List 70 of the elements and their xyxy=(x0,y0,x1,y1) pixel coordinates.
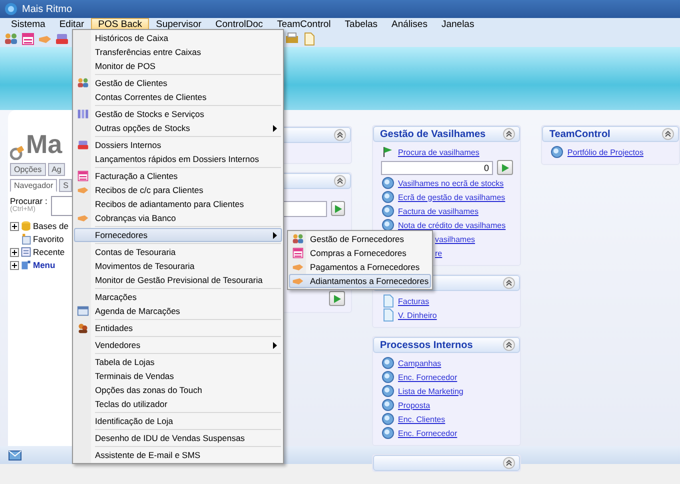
menu-option[interactable]: Agenda de Marcações xyxy=(74,304,282,318)
link[interactable]: Campanhas xyxy=(398,358,442,368)
menu-option[interactable]: Facturação a Clientes xyxy=(74,169,282,183)
menu-title[interactable]: Editar xyxy=(52,18,92,31)
logo-text: Ma xyxy=(26,129,62,160)
menu-option[interactable]: Marcações xyxy=(74,290,282,304)
menu-option[interactable]: Gestão de Stocks e Serviços xyxy=(74,107,282,121)
menu-title[interactable]: Análises xyxy=(384,18,434,31)
link[interactable]: Nota de crédito de vasilhames xyxy=(398,220,506,230)
menu-option[interactable]: Gestão de Clientes xyxy=(74,76,282,90)
menu-title[interactable]: ControlDoc xyxy=(208,18,270,31)
menu-option[interactable]: Monitor de POS xyxy=(74,59,282,73)
tab[interactable]: S xyxy=(59,179,72,192)
window-title: Mais Ritmo xyxy=(22,4,72,14)
menu-option[interactable]: Compras a Fornecedores xyxy=(289,246,431,260)
menu-option[interactable]: Identificação de Loja xyxy=(74,414,282,428)
tree-item[interactable]: Recente xyxy=(33,247,65,257)
menu-option[interactable]: Teclas do utilizador xyxy=(74,397,282,411)
menu-option[interactable]: Tabela de Lojas xyxy=(74,355,282,369)
link[interactable]: Enc. Fornecedor xyxy=(398,372,458,382)
link[interactable]: Portfólio de Projectos xyxy=(567,148,644,156)
panel-title: Processos Internos xyxy=(380,340,473,350)
link[interactable]: vasilhames xyxy=(435,234,476,244)
menu-option[interactable]: Entidades xyxy=(74,321,282,335)
link[interactable]: Lista de Marketing xyxy=(398,386,464,396)
link[interactable]: Proposta xyxy=(398,400,430,410)
menu-option[interactable]: Desenho de IDU de Vendas Suspensas xyxy=(74,431,282,445)
menu-option[interactable]: Transferências entre Caixas xyxy=(74,45,282,59)
link[interactable]: re xyxy=(435,248,442,258)
tree-item[interactable]: Menu xyxy=(33,260,56,270)
menu-option[interactable]: Lançamentos rápidos em Dossiers Internos xyxy=(74,152,282,166)
tree-item[interactable]: Bases de xyxy=(33,221,68,231)
link[interactable]: Ecrã de gestão de vasilhames xyxy=(398,192,506,202)
tab[interactable]: Navegador xyxy=(10,179,58,192)
menu-option[interactable]: Gestão de Fornecedores xyxy=(289,232,431,246)
menu-title[interactable]: Tabelas xyxy=(338,18,385,31)
menu-option[interactable]: Contas de Tesouraria xyxy=(74,245,282,259)
menu-title[interactable]: Supervisor xyxy=(148,18,208,31)
menu-option[interactable]: Contas Correntes de Clientes xyxy=(74,90,282,104)
menu-option[interactable]: Recibos de adiantamento para Clientes xyxy=(74,197,282,211)
panel-title: Gestão de Vasilhames xyxy=(380,128,486,140)
menu-option[interactable]: Fornecedores xyxy=(74,228,282,242)
search-label: Procurar : xyxy=(10,196,48,206)
menu-option[interactable]: Outras opções de Stocks xyxy=(74,121,282,135)
menu-option[interactable]: Cobranças via Banco xyxy=(74,211,282,225)
link[interactable]: Facturas xyxy=(398,296,430,306)
menu-option[interactable]: Terminais de Vendas xyxy=(74,369,282,383)
menu-title[interactable]: Janelas xyxy=(434,18,482,31)
link[interactable]: Enc. Clientes xyxy=(398,414,446,424)
link[interactable]: Enc. Fornecedor xyxy=(398,428,458,438)
menu-option[interactable]: Recibos de c/c para Clientes xyxy=(74,183,282,197)
menu-option[interactable]: Monitor de Gestão Previsional de Tesouraria xyxy=(74,273,282,287)
link[interactable]: Factura de vasilhames xyxy=(398,206,478,216)
link[interactable]: Vasilhames no ecrã de stocks xyxy=(398,178,504,188)
link[interactable]: V. Dinheiro xyxy=(398,310,437,320)
menu-option[interactable]: Assistente de E-mail e SMS xyxy=(74,448,282,462)
menu-option[interactable]: Dossiers Internos xyxy=(74,138,282,152)
menu-option[interactable]: Opções das zonas do Touch xyxy=(74,383,282,397)
tab[interactable]: Opções xyxy=(10,163,46,176)
menu-title[interactable]: TeamControl xyxy=(270,18,338,31)
menu-option[interactable]: Vendedores xyxy=(74,338,282,352)
menu-title[interactable]: Sistema xyxy=(4,18,52,31)
panel-title: TeamControl xyxy=(549,128,610,140)
tree-item[interactable]: Favorito xyxy=(33,234,64,244)
menu-option[interactable]: Adiantamentos a Fornecedores xyxy=(289,274,431,288)
link[interactable]: Procura de vasilhames xyxy=(398,148,480,156)
menu-option[interactable]: Movimentos de Tesouraria xyxy=(74,259,282,273)
menu-option[interactable]: Pagamentos a Fornecedores xyxy=(289,260,431,274)
tab[interactable]: Ag xyxy=(48,163,66,176)
input-field[interactable]: 0 xyxy=(381,160,493,174)
